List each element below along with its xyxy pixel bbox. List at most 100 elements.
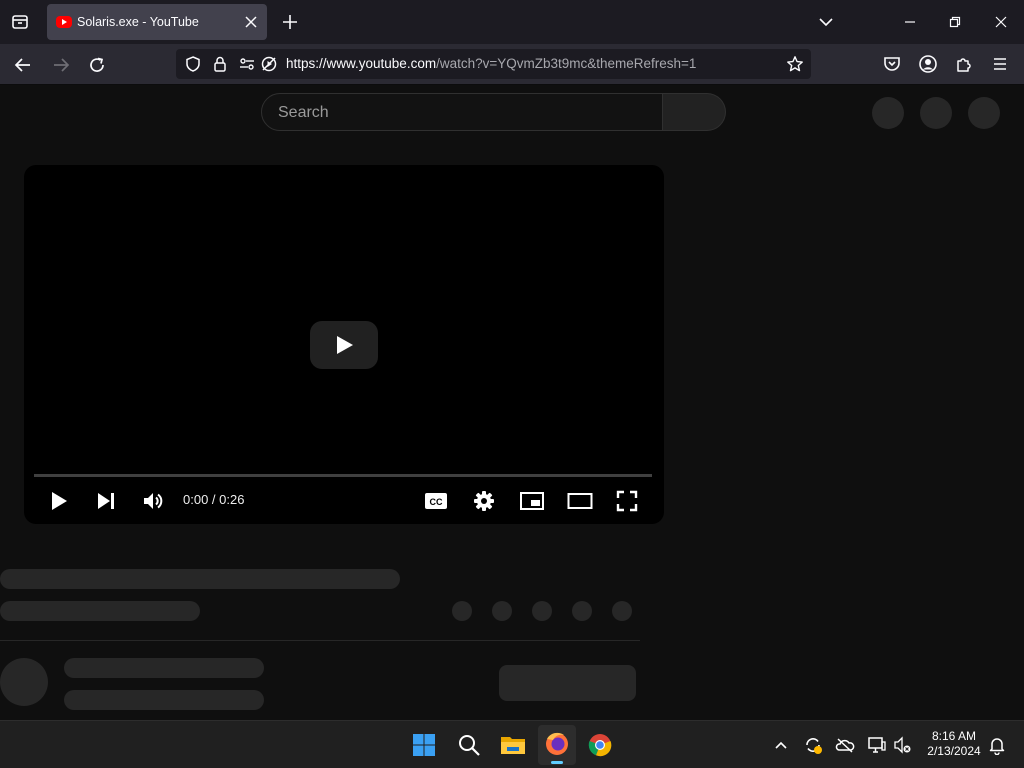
tab-close-button[interactable] (243, 14, 259, 30)
settings-button[interactable] (473, 490, 495, 512)
theater-mode-icon (567, 493, 593, 509)
header-placeholder-circle (872, 97, 904, 129)
chrome-button[interactable] (588, 733, 612, 757)
onedrive-tray-icon[interactable] (835, 735, 855, 755)
arrow-left-icon (14, 58, 30, 72)
closed-captions-icon: CC (425, 493, 447, 509)
forward-button[interactable] (50, 54, 72, 76)
fullscreen-button[interactable] (616, 490, 638, 512)
search-placeholder: Search (278, 104, 329, 121)
url-bar[interactable]: https://www.youtube.com/watch?v=YQvmZb3t… (176, 49, 811, 79)
action-placeholder-circle (452, 601, 472, 621)
action-placeholder-circle (492, 601, 512, 621)
volume-tray-icon[interactable] (893, 735, 913, 755)
tab-youtube[interactable]: Solaris.exe - YouTube (47, 4, 267, 40)
sync-tray-icon[interactable] (803, 735, 823, 755)
reload-button[interactable] (86, 54, 108, 76)
fullscreen-icon (616, 490, 638, 512)
back-button[interactable] (12, 54, 34, 76)
arrow-right-icon (54, 58, 70, 72)
close-icon (245, 16, 257, 28)
search-icon (459, 735, 480, 756)
url-host: https://www.youtube.com (286, 56, 437, 71)
channel-avatar-placeholder (0, 658, 48, 706)
window-close-button[interactable] (991, 12, 1011, 32)
lock-icon[interactable] (211, 55, 229, 73)
firefox-icon (546, 732, 568, 764)
plus-icon (283, 15, 297, 29)
skip-next-icon (98, 493, 114, 509)
restore-button[interactable] (945, 12, 965, 32)
navigation-toolbar: https://www.youtube.com/watch?v=YQvmZb3t… (0, 44, 1024, 85)
chrome-icon (588, 734, 612, 757)
speaker-muted-icon (894, 736, 911, 754)
mute-button[interactable] (142, 490, 164, 512)
account-button[interactable] (918, 54, 938, 74)
large-play-button[interactable] (310, 321, 378, 369)
action-placeholder-circle (612, 601, 632, 621)
divider (0, 640, 640, 641)
reload-icon (90, 57, 104, 72)
clock[interactable]: 8:16 AM 2/13/2024 (918, 729, 990, 759)
url-path: /watch?v=YQvmZb3t9mc&themeRefresh=1 (436, 56, 697, 71)
search-button[interactable] (457, 733, 481, 757)
play-button[interactable] (48, 490, 70, 512)
restore-icon (949, 16, 961, 28)
autoplay-blocked-icon[interactable] (260, 55, 278, 73)
firefox-button[interactable] (538, 725, 576, 765)
star-icon (787, 56, 803, 72)
account-icon (919, 55, 937, 73)
minimize-button[interactable] (900, 12, 920, 32)
miniplayer-icon (520, 492, 544, 510)
tab-strip: Solaris.exe - YouTube (0, 0, 1024, 44)
new-tab-button[interactable] (280, 12, 300, 32)
puzzle-icon (957, 58, 971, 72)
play-icon (337, 336, 353, 354)
meta-placeholder (0, 601, 200, 621)
channel-subs-placeholder (64, 690, 264, 710)
next-button[interactable] (95, 490, 117, 512)
theater-mode-button[interactable] (567, 490, 593, 512)
action-placeholder-circle (532, 601, 552, 621)
url-text[interactable]: https://www.youtube.com/watch?v=YQvmZb3t… (286, 49, 696, 79)
header-placeholder-circle (920, 97, 952, 129)
volume-icon (144, 493, 163, 509)
list-all-tabs-button[interactable] (816, 12, 836, 32)
folder-icon (501, 737, 525, 754)
tracking-protection-shield-icon[interactable] (184, 55, 202, 73)
show-hidden-icons-button[interactable] (773, 737, 789, 753)
miniplayer-button[interactable] (519, 490, 545, 512)
network-icon (868, 737, 886, 753)
video-player[interactable]: 0:00 / 0:26 CC (24, 165, 664, 524)
tab-title: Solaris.exe - YouTube (77, 15, 199, 29)
play-icon (52, 492, 67, 510)
pocket-button[interactable] (882, 54, 902, 74)
clock-date: 2/13/2024 (927, 744, 981, 758)
header-placeholder-circle (968, 97, 1000, 129)
start-button[interactable] (412, 733, 436, 757)
captions-button[interactable]: CC (424, 490, 448, 512)
windows-logo-icon (413, 734, 435, 756)
subscribe-placeholder (499, 665, 636, 701)
svg-text:CC: CC (430, 497, 443, 507)
notifications-button[interactable] (987, 735, 1007, 755)
taskbar: 8:16 AM 2/13/2024 (0, 720, 1024, 768)
app-menu-button[interactable] (990, 54, 1010, 74)
youtube-favicon-icon (56, 15, 72, 29)
tab-overview-icon (12, 15, 28, 29)
chevron-down-icon (819, 18, 833, 27)
extensions-button[interactable] (954, 54, 974, 74)
tab-overview-button[interactable] (8, 10, 32, 34)
permissions-icon[interactable] (238, 55, 256, 73)
pocket-icon (884, 57, 900, 71)
search-button[interactable] (663, 93, 726, 131)
channel-name-placeholder (64, 658, 264, 678)
network-tray-icon[interactable] (867, 735, 887, 755)
title-placeholder (0, 569, 400, 589)
clock-time: 8:16 AM (931, 729, 977, 743)
time-display: 0:00 / 0:26 (183, 492, 245, 507)
bookmark-star-button[interactable] (786, 55, 804, 73)
file-explorer-button[interactable] (500, 733, 526, 757)
search-input[interactable]: Search (261, 93, 663, 131)
progress-bar[interactable] (34, 474, 652, 477)
